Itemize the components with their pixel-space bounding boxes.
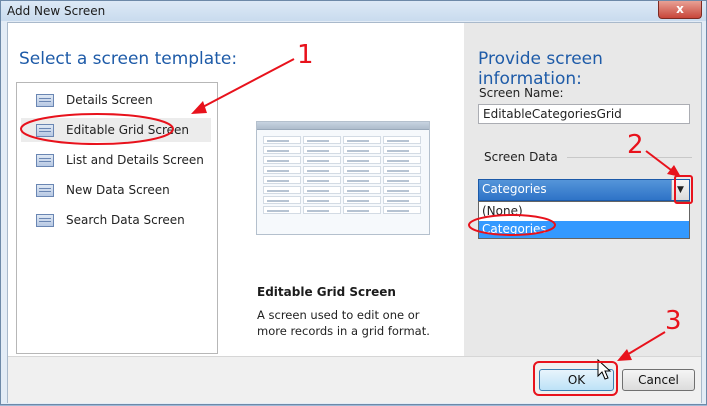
group-divider [567,157,692,158]
template-pane: Select a screen template: Details Screen… [8,23,464,356]
new-data-screen-icon [36,184,54,197]
template-item-label: New Data Screen [66,183,170,197]
template-item-label: List and Details Screen [66,153,204,167]
add-new-screen-dialog: Add New Screen x Select a screen templat… [0,0,707,405]
template-item-new-data[interactable]: New Data Screen [21,178,211,202]
mouse-cursor-icon [597,359,612,380]
details-screen-icon [36,94,54,107]
template-item-editable-grid[interactable]: Editable Grid Screen [21,118,211,142]
template-item-list-details[interactable]: List and Details Screen [21,148,211,172]
screen-data-combo[interactable]: Categories ▼ [478,179,690,201]
search-data-screen-icon [36,214,54,227]
preview-header-bar [257,122,429,130]
preview-grid [263,136,423,216]
dropdown-option-none[interactable]: (None) [479,203,689,220]
template-item-search-data[interactable]: Search Data Screen [21,208,211,232]
template-preview-image [256,121,430,235]
template-list: Details Screen Editable Grid Screen List… [16,82,218,354]
dialog-body: Select a screen template: Details Screen… [7,22,702,403]
dropdown-option-categories[interactable]: Categories [479,221,689,238]
dialog-title: Add New Screen [7,4,106,18]
screen-info-heading: Provide screen information: [478,49,603,89]
template-item-label: Search Data Screen [66,213,185,227]
template-item-label: Details Screen [66,93,153,107]
preview-title: Editable Grid Screen [257,285,396,299]
title-bar: Add New Screen x [1,1,706,21]
template-heading: Select a screen template: [19,49,238,69]
cancel-button[interactable]: Cancel [622,369,695,391]
template-item-label: Editable Grid Screen [66,123,189,137]
dropdown-arrow-icon[interactable]: ▼ [671,180,689,200]
grid-screen-icon [36,124,54,137]
close-button[interactable]: x [658,1,702,19]
screen-data-dropdown-list: (None) Categories [478,201,690,239]
screen-data-selected-value: Categories [482,182,547,196]
preview-description: A screen used to edit one or more record… [257,308,430,338]
template-item-details[interactable]: Details Screen [21,88,211,112]
screen-name-label: Screen Name: [479,86,564,100]
list-details-screen-icon [36,154,54,167]
screen-data-label: Screen Data [484,150,558,164]
screen-name-input[interactable]: EditableCategoriesGrid [478,104,690,124]
